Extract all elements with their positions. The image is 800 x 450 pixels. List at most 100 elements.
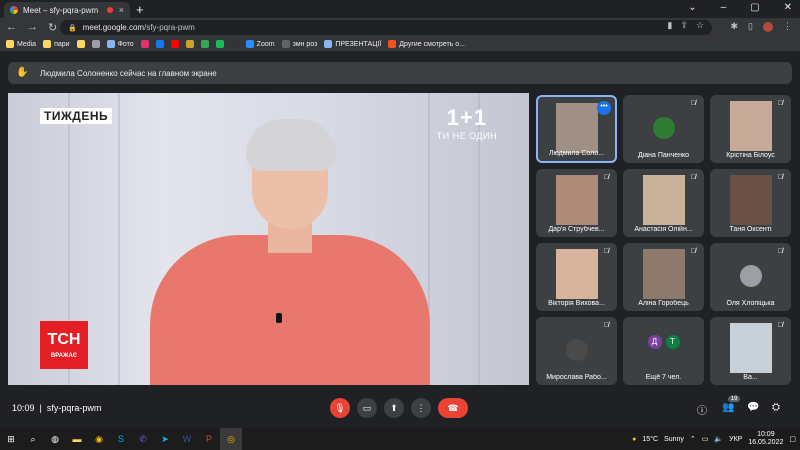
meet-favicon-icon — [10, 6, 18, 14]
close-window-button[interactable]: ✕ — [784, 2, 792, 13]
participant-tile[interactable]: 🎙̸ Мирослава Рабо... — [536, 317, 617, 385]
bookmark-item[interactable] — [185, 40, 194, 48]
app-icon[interactable]: ◉ — [88, 428, 110, 450]
bookmark-item[interactable]: Другие смотреть о... — [388, 40, 465, 48]
more-options-button[interactable]: ⋮ — [411, 398, 431, 418]
bookmark-icon — [215, 40, 224, 48]
participant-avatar — [652, 117, 675, 139]
maximize-button[interactable]: ▢ — [750, 2, 759, 13]
leave-call-button[interactable]: ☎ — [438, 398, 468, 418]
participant-tile[interactable]: 🎙̸ Оля Хлопіцька — [710, 243, 791, 311]
bookmark-item[interactable]: Media — [6, 40, 36, 48]
mic-muted-icon: 🎙̸ — [690, 248, 696, 255]
participant-tile[interactable]: 🎙̸ Ва... — [710, 317, 791, 385]
file-explorer-icon[interactable]: ▬ — [66, 428, 88, 450]
chrome-icon[interactable]: ◎ — [220, 428, 242, 450]
bg-stripe — [118, 93, 120, 385]
tray-chevron-icon[interactable]: ⌃ — [690, 435, 696, 443]
app-icon[interactable]: ◍ — [44, 428, 66, 450]
extensions-puzzle-icon[interactable]: ✱ — [731, 21, 739, 32]
powerpoint-icon[interactable]: P — [198, 428, 220, 450]
participant-tile[interactable]: 🎙̸ Вікторія Вихова... — [536, 243, 617, 311]
bookmark-item[interactable] — [170, 40, 179, 48]
participant-name: Анастасія Олійн... — [634, 226, 693, 233]
participant-video — [729, 175, 772, 225]
notifications-icon[interactable]: ▢ — [789, 435, 796, 443]
bookmarks-bar: Media пари Фото Zoom змн роз ПРЕЗЕНТАЦІЇ Други… — [0, 37, 800, 52]
lock-icon[interactable]: 🔒 — [68, 24, 77, 32]
bookmark-item[interactable] — [91, 40, 100, 48]
participant-avatar — [565, 339, 588, 361]
telegram-icon[interactable]: ➤ — [154, 428, 176, 450]
network-icon[interactable]: ▭ — [702, 435, 709, 443]
presenter-figure — [150, 113, 430, 385]
participant-tile[interactable]: Д Т Ещё 7 чел. — [623, 317, 704, 385]
tile-options-icon[interactable]: ••• — [597, 101, 611, 115]
bookmark-item[interactable] — [155, 40, 164, 48]
sidebar-icon[interactable]: ▯ — [748, 21, 753, 32]
word-icon[interactable]: W — [176, 428, 198, 450]
bookmark-item[interactable]: ПРЕЗЕНТАЦІЇ — [324, 40, 381, 48]
address-bar[interactable]: 🔒 meet.google.com /sfy-pqra-pwm — [60, 20, 712, 35]
share-icon[interactable]: ⇪ — [680, 20, 688, 31]
search-icon[interactable]: ⌕ — [22, 428, 44, 450]
activities-icon[interactable]: ⛭ — [772, 402, 780, 413]
participant-tile[interactable]: 🎙̸ Діана Панченко — [623, 95, 704, 163]
windows-taskbar: ⊞ ⌕ ◍ ▬ ◉ S ✆ ➤ W P ◎ ● 15°C Sunny ⌃ ▭ 🔈… — [0, 428, 800, 450]
tab-close-button[interactable]: × — [119, 5, 124, 15]
reload-icon[interactable]: ↻ — [48, 21, 57, 34]
clock[interactable]: 10:09 16.05.2022 — [748, 431, 783, 447]
participant-tile[interactable]: 🎙̸ Крістіна Білоус — [710, 95, 791, 163]
viber-icon[interactable]: ✆ — [132, 428, 154, 450]
weather-text[interactable]: Sunny — [664, 436, 684, 443]
people-icon[interactable]: 👥 19 — [722, 396, 741, 413]
minimize-button[interactable]: – — [721, 2, 727, 13]
bookmark-item[interactable]: Zoom — [245, 40, 275, 48]
bookmark-icon — [43, 40, 52, 48]
participant-tile[interactable]: ••• Людмила Соло... — [536, 95, 617, 163]
meeting-details-icon[interactable]: ⓘ — [697, 402, 707, 417]
mic-off-button[interactable]: 🎙 — [330, 398, 350, 418]
omnibox-icons: ▮ ⇪ ☆ — [667, 20, 704, 31]
camera-permission-icon[interactable]: ▮ — [667, 20, 672, 31]
bookmark-item[interactable] — [215, 40, 224, 48]
bookmark-label: ПРЕЗЕНТАЦІЇ — [335, 40, 382, 48]
profile-avatar[interactable] — [763, 21, 773, 32]
bookmark-item[interactable]: пари — [43, 40, 70, 48]
bookmark-item[interactable] — [76, 40, 85, 48]
forward-arrow-icon[interactable]: → — [27, 21, 38, 34]
participant-tile[interactable]: 🎙̸ Анастасія Олійн... — [623, 169, 704, 237]
bookmark-icon — [245, 40, 254, 48]
bookmark-item[interactable] — [140, 40, 149, 48]
main-spotlight-video[interactable]: ТИЖДЕНЬ 1+1 ТИ НЕ ОДИН ТСН ВРАЖАЄ — [8, 93, 529, 385]
menu-kebab-icon[interactable]: ⋮ — [783, 21, 792, 32]
participant-tile[interactable]: 🎙̸ Таня Оксенті — [710, 169, 791, 237]
channel-logo-text: 1+1 — [446, 105, 487, 130]
camera-button[interactable]: ▭ — [357, 398, 377, 418]
windows-start-icon[interactable]: ⊞ — [0, 428, 22, 450]
language-indicator[interactable]: УКР — [729, 436, 742, 443]
new-tab-button[interactable]: + — [136, 2, 144, 17]
back-arrow-icon[interactable]: ← — [6, 21, 17, 34]
weather-temp[interactable]: 15°C — [642, 436, 658, 443]
window-controls: ⌄ – ▢ ✕ — [688, 2, 792, 13]
chat-icon[interactable]: 💬 — [747, 402, 759, 413]
bookmark-item[interactable]: змн роз — [281, 40, 317, 48]
skype-icon[interactable]: S — [110, 428, 132, 450]
bookmark-icon — [170, 40, 179, 48]
participant-tile[interactable]: 🎙̸ Дар'я Струбчев... — [536, 169, 617, 237]
bookmark-item[interactable] — [230, 40, 239, 48]
bookmark-icon — [185, 40, 194, 48]
browser-tab[interactable]: Meet – sfy-pqra-pwm × — [4, 2, 130, 18]
weather-icon[interactable]: ● — [632, 436, 636, 443]
bookmark-item[interactable] — [200, 40, 209, 48]
tab-search-button[interactable]: ⌄ — [688, 2, 696, 13]
bookmark-star-icon[interactable]: ☆ — [696, 20, 704, 31]
present-screen-button[interactable]: ⬆ — [384, 398, 404, 418]
volume-icon[interactable]: 🔈 — [714, 435, 723, 443]
mic-muted-icon: 🎙̸ — [690, 174, 696, 181]
participant-tile[interactable]: 🎙̸ Аліна Горобець — [623, 243, 704, 311]
tsn-logo-title: ТСН — [47, 331, 81, 348]
participant-initial-avatar: Т — [665, 335, 680, 349]
bookmark-item[interactable]: Фото — [106, 40, 134, 48]
